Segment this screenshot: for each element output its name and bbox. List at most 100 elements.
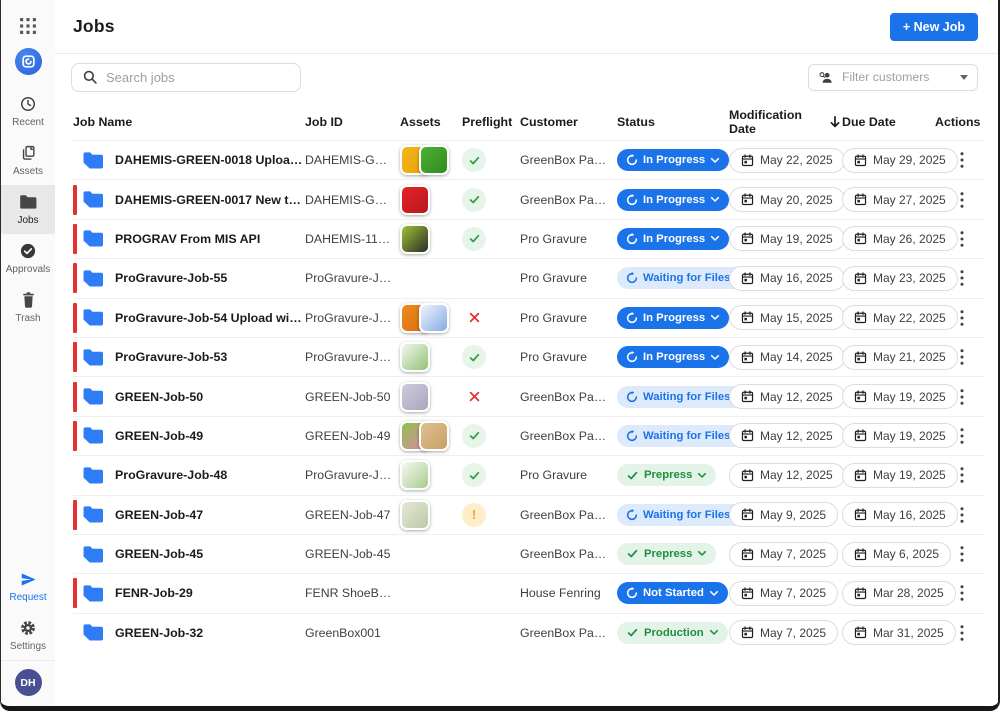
apps-grid-icon[interactable]	[16, 14, 40, 38]
table-row[interactable]: ProGravure-Job-54 Upload with ViewerProG…	[73, 298, 984, 337]
flag-bar-empty	[73, 460, 77, 490]
status-cell: Production	[617, 622, 729, 645]
asset-thumbnail[interactable]	[400, 342, 430, 372]
actions-cell	[935, 580, 985, 606]
table-row[interactable]: GREEN-Job-47GREEN-Job-47!GreenBox Packag…	[73, 495, 984, 534]
calendar-icon	[741, 193, 754, 206]
customer: GreenBox Packagi...	[520, 626, 617, 640]
column-header-status[interactable]: Status	[617, 115, 729, 129]
modification-date-pill: May 9, 2025	[729, 502, 838, 527]
status-pill[interactable]: In Progress	[617, 149, 729, 171]
column-header-due-date[interactable]: Due Date	[842, 115, 935, 129]
status-pill[interactable]: Prepress	[617, 543, 716, 565]
status-cell: Waiting for Files	[617, 386, 729, 408]
sidebar-item-jobs[interactable]: Jobs	[1, 185, 55, 234]
search-box[interactable]	[71, 63, 301, 92]
job-id: ProGravure-Job-48	[305, 468, 400, 482]
job-name: GREEN-Job-45	[115, 547, 203, 561]
asset-thumbnail[interactable]	[400, 382, 430, 412]
status-pill[interactable]: Prepress	[617, 464, 716, 486]
calendar-icon	[741, 587, 754, 600]
column-header-job-id[interactable]: Job ID	[305, 115, 400, 129]
calendar-icon	[741, 154, 754, 167]
table-row[interactable]: ProGravure-Job-48ProGravure-Job-48Pro Gr…	[73, 455, 984, 494]
flag-bar	[73, 342, 77, 372]
table-row[interactable]: PROGRAV From MIS APIDAHEMIS-11O24vPro Gr…	[73, 219, 984, 258]
asset-thumbnail[interactable]	[419, 421, 449, 451]
table-row[interactable]: GREEN-Job-32GreenBox001GreenBox Packagi.…	[73, 613, 984, 652]
row-actions-button[interactable]	[949, 384, 975, 410]
asset-thumbnail[interactable]	[400, 460, 430, 490]
table-row[interactable]: GREEN-Job-49GREEN-Job-49GreenBox Packagi…	[73, 416, 984, 455]
modification-date-pill: May 16, 2025	[729, 266, 845, 291]
asset-thumbnail[interactable]	[419, 145, 449, 175]
row-actions-button[interactable]	[949, 580, 975, 606]
customer-filter-select[interactable]: Filter customers	[808, 64, 978, 91]
asset-thumbnail[interactable]	[400, 185, 430, 215]
column-label: Preflight	[462, 115, 512, 129]
row-actions-button[interactable]	[949, 462, 975, 488]
status-label: Waiting for Files	[643, 391, 730, 403]
status-cell: Not Started	[617, 582, 729, 604]
assets-cell	[400, 185, 462, 215]
column-header-preflight[interactable]: Preflight	[462, 115, 520, 129]
status-pill[interactable]: Not Started	[617, 582, 728, 604]
due-date-cell: Mar 31, 2025	[842, 620, 935, 645]
row-actions-button[interactable]	[949, 620, 975, 646]
table-row[interactable]: ProGravure-Job-55ProGravure-Job-55Pro Gr…	[73, 258, 984, 297]
status-pill[interactable]: In Progress	[617, 307, 729, 329]
sidebar-item-request[interactable]: Request	[1, 562, 55, 611]
calendar-icon	[854, 154, 867, 167]
job-name-cell: ProGravure-Job-53	[73, 342, 305, 372]
row-actions-button[interactable]	[949, 305, 975, 331]
avatar[interactable]: DH	[15, 669, 42, 696]
asset-thumbnail[interactable]	[400, 224, 430, 254]
sidebar-item-recent[interactable]: Recent	[1, 87, 55, 136]
job-name-cell: ProGravure-Job-54 Upload with Viewer	[73, 303, 305, 333]
sidebar-item-assets[interactable]: Assets	[1, 136, 55, 185]
row-actions-button[interactable]	[949, 147, 975, 173]
table-row[interactable]: FENR-Job-29FENR ShoeBox 001House Fenring…	[73, 573, 984, 612]
folder-icon	[82, 505, 105, 524]
sort-arrow-icon[interactable]	[828, 115, 842, 129]
customer: GreenBox Packagi...	[520, 429, 617, 443]
sidebar-item-approvals[interactable]: Approvals	[1, 234, 55, 283]
row-actions-button[interactable]	[949, 502, 975, 528]
row-actions-button[interactable]	[949, 187, 975, 213]
table-row[interactable]: DAHEMIS-GREEN-0018 Upload Open ...DAHEMI…	[73, 140, 984, 179]
column-header-assets[interactable]: Assets	[400, 115, 462, 129]
status-pill[interactable]: Production	[617, 622, 728, 644]
asset-thumbnail[interactable]	[400, 500, 430, 530]
preflight-fail-icon	[462, 385, 486, 409]
job-name: DAHEMIS-GREEN-0018 Upload Open ...	[115, 153, 305, 167]
sidebar-item-trash[interactable]: Trash	[1, 283, 55, 332]
column-header-actions[interactable]: Actions	[935, 115, 985, 129]
column-header-customer[interactable]: Customer	[520, 115, 617, 129]
column-header-modification-date[interactable]: Modification Date	[729, 108, 842, 136]
row-actions-button[interactable]	[949, 344, 975, 370]
calendar-icon	[741, 626, 754, 639]
column-header-job-name[interactable]: Job Name	[73, 115, 305, 129]
sidebar-item-settings[interactable]: Settings	[1, 611, 55, 660]
row-actions-button[interactable]	[949, 265, 975, 291]
search-input[interactable]	[106, 70, 290, 85]
table-row[interactable]: GREEN-Job-50GREEN-Job-50GreenBox Packagi…	[73, 376, 984, 415]
row-actions-button[interactable]	[949, 541, 975, 567]
assets-cell	[400, 145, 462, 175]
row-actions-button[interactable]	[949, 423, 975, 449]
modification-date-cell: May 20, 2025	[729, 187, 842, 212]
table-row[interactable]: DAHEMIS-GREEN-0017 New test job ...DAHEM…	[73, 179, 984, 218]
new-job-button[interactable]: + New Job	[890, 13, 978, 41]
row-actions-button[interactable]	[949, 226, 975, 252]
table-row[interactable]: ProGravure-Job-53ProGravure-Job-53Pro Gr…	[73, 337, 984, 376]
asset-thumbnail[interactable]	[419, 303, 449, 333]
chevron-down-icon	[709, 590, 719, 597]
modification-date-cell: May 12, 2025	[729, 463, 842, 488]
table-row[interactable]: GREEN-Job-45GREEN-Job-45GreenBox Packagi…	[73, 534, 984, 573]
status-pill[interactable]: In Progress	[617, 189, 729, 211]
status-pill[interactable]: In Progress	[617, 228, 729, 250]
status-pill[interactable]: In Progress	[617, 346, 729, 368]
app-logo-icon[interactable]	[15, 48, 42, 75]
check-icon	[626, 547, 639, 560]
sidebar-item-label: Jobs	[17, 215, 38, 226]
